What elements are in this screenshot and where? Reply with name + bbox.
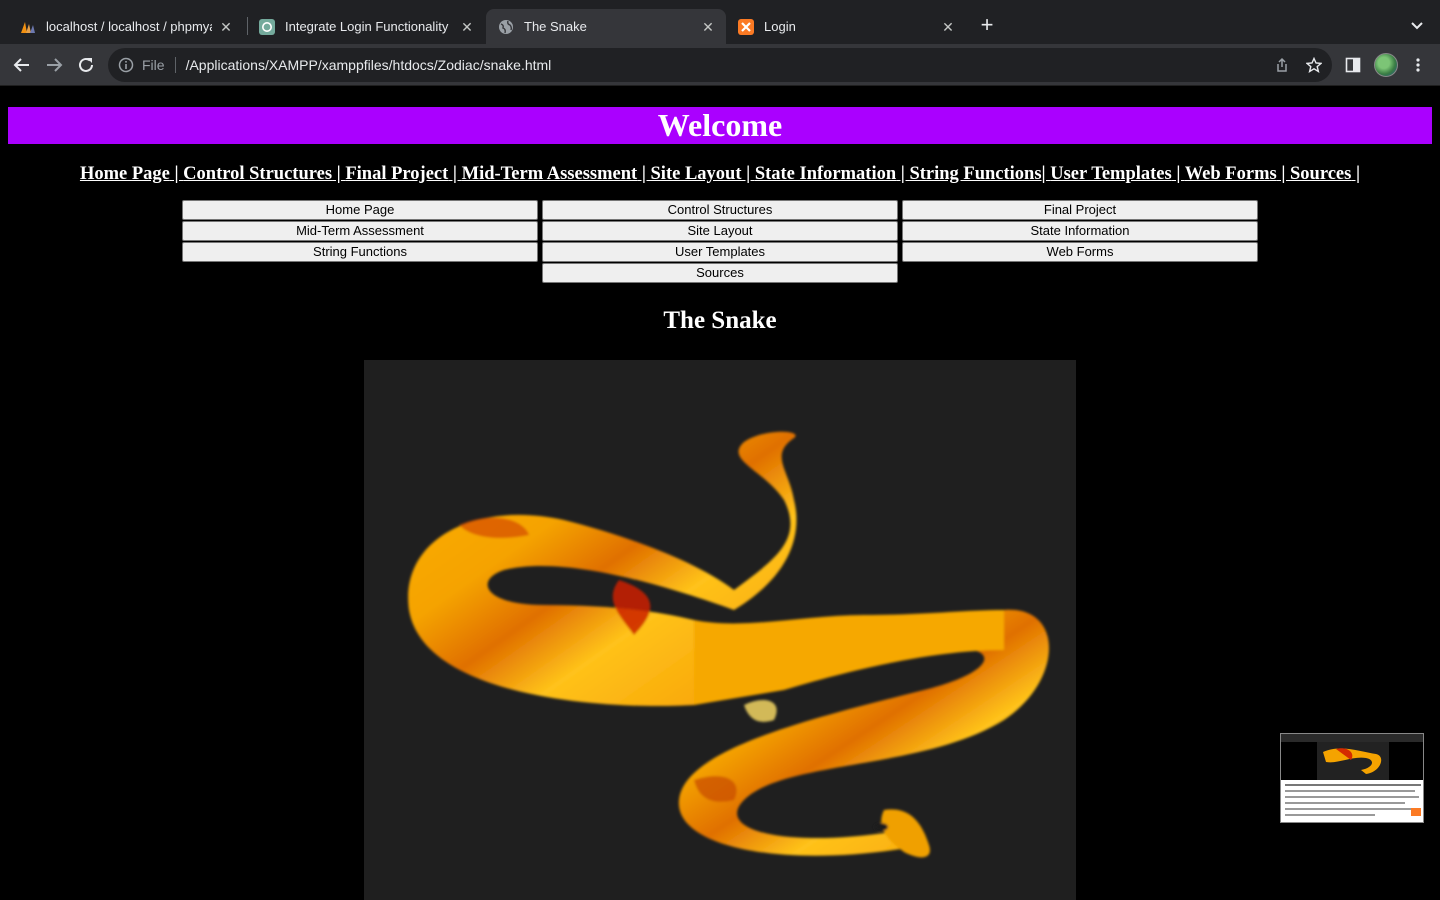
screenshot-preview-thumbnail[interactable]	[1280, 733, 1424, 823]
arrow-left-icon	[13, 58, 29, 72]
control-structures-button[interactable]: Control Structures	[542, 200, 898, 220]
snake-image	[364, 360, 1076, 900]
globe-icon	[498, 19, 514, 35]
kebab-menu-icon	[1416, 58, 1420, 72]
nav-separator: |	[741, 164, 755, 184]
tab-title: localhost / localhost / phpmyadmin	[46, 19, 212, 34]
snake-thumbnail-image	[1281, 734, 1423, 816]
welcome-banner: Welcome	[8, 107, 1432, 144]
address-divider	[174, 57, 176, 73]
nav-link-home-page[interactable]: Home Page	[80, 164, 170, 184]
nav-link-final-project[interactable]: Final Project	[345, 164, 448, 184]
snake-illustration	[408, 431, 1049, 858]
xampp-icon	[738, 18, 754, 35]
close-icon[interactable]: ✕	[700, 19, 716, 35]
nav-link-site-layout[interactable]: Site Layout	[651, 164, 742, 184]
final-project-button[interactable]: Final Project	[902, 200, 1258, 220]
tab-title: The Snake	[524, 19, 587, 34]
reload-icon	[79, 57, 93, 72]
nav-link-web-forms[interactable]: Web Forms	[1185, 164, 1277, 184]
forward-button[interactable]	[41, 52, 67, 78]
nav-separator: |	[1351, 164, 1361, 184]
menu-button[interactable]	[1405, 52, 1431, 78]
profile-avatar[interactable]	[1374, 53, 1398, 77]
nav-separator: |	[169, 164, 184, 184]
home-page-button[interactable]: Home Page	[182, 200, 538, 220]
tab-title: Login	[764, 19, 796, 34]
user-templates-button[interactable]: User Templates	[542, 242, 898, 262]
tab-search-button[interactable]	[1406, 14, 1428, 36]
nav-link-control-structures[interactable]: Control Structures	[183, 164, 332, 184]
nav-link-mid-term-assessment[interactable]: Mid-Term Assessment	[462, 164, 638, 184]
string-functions-button[interactable]: String Functions	[182, 242, 538, 262]
tab-title: Integrate Login Functionality	[285, 19, 449, 34]
info-icon[interactable]	[118, 57, 134, 73]
tab-the-snake[interactable]: The Snake ✕	[486, 9, 726, 44]
close-icon[interactable]: ✕	[218, 19, 234, 35]
close-icon[interactable]: ✕	[459, 19, 475, 35]
bookmark-star-icon[interactable]	[1300, 51, 1328, 79]
phpmyadmin-icon	[20, 19, 36, 35]
tab-integrate-login[interactable]: Integrate Login Functionality ✕	[247, 9, 485, 44]
nav-separator: |	[1041, 164, 1051, 184]
side-panel-icon	[1345, 57, 1361, 73]
url-text[interactable]: /Applications/XAMPP/xamppfiles/htdocs/Zo…	[186, 57, 1268, 73]
tab-phpmyadmin[interactable]: localhost / localhost / phpmyadmin ✕	[8, 9, 244, 44]
url-scheme-label: File	[142, 57, 165, 73]
nav-link-string-functions[interactable]: String Functions	[909, 164, 1041, 184]
nav-link-sources[interactable]: Sources	[1290, 164, 1351, 184]
chatgpt-icon	[259, 18, 275, 35]
nav-separator: |	[1171, 164, 1185, 184]
chevron-down-icon	[1411, 22, 1423, 30]
page-title: The Snake	[663, 307, 777, 334]
reload-button[interactable]	[73, 52, 99, 78]
back-button[interactable]	[9, 52, 35, 78]
new-tab-button[interactable]: +	[976, 14, 998, 37]
state-information-button[interactable]: State Information	[902, 221, 1258, 241]
nav-separator: |	[448, 164, 462, 184]
sources-button[interactable]: Sources	[542, 263, 898, 283]
nav-separator: |	[1276, 164, 1291, 184]
mid-term-assessment-button[interactable]: Mid-Term Assessment	[182, 221, 538, 241]
tab-login[interactable]: Login ✕	[726, 9, 966, 44]
address-bar[interactable]: File /Applications/XAMPP/xamppfiles/htdo…	[108, 48, 1332, 82]
web-forms-button[interactable]: Web Forms	[902, 242, 1258, 262]
side-panel-button[interactable]	[1340, 52, 1366, 78]
nav-separator: |	[332, 164, 346, 184]
nav-link-state-information[interactable]: State Information	[755, 164, 896, 184]
close-icon[interactable]: ✕	[940, 19, 956, 35]
arrow-right-icon	[47, 58, 63, 72]
nav-link-user-templates[interactable]: User Templates	[1050, 164, 1171, 184]
site-layout-button[interactable]: Site Layout	[542, 221, 898, 241]
page-content: Welcome Home Page | Control Structures |…	[0, 86, 1440, 900]
share-icon[interactable]	[1268, 51, 1296, 79]
nav-separator: |	[896, 164, 910, 184]
nav-separator: |	[637, 164, 651, 184]
nav-links: Home Page | Control Structures | Final P…	[0, 164, 1440, 185]
tab-strip: localhost / localhost / phpmyadmin ✕ Int…	[0, 0, 1440, 44]
browser-toolbar: File /Applications/XAMPP/xamppfiles/htdo…	[0, 44, 1440, 86]
